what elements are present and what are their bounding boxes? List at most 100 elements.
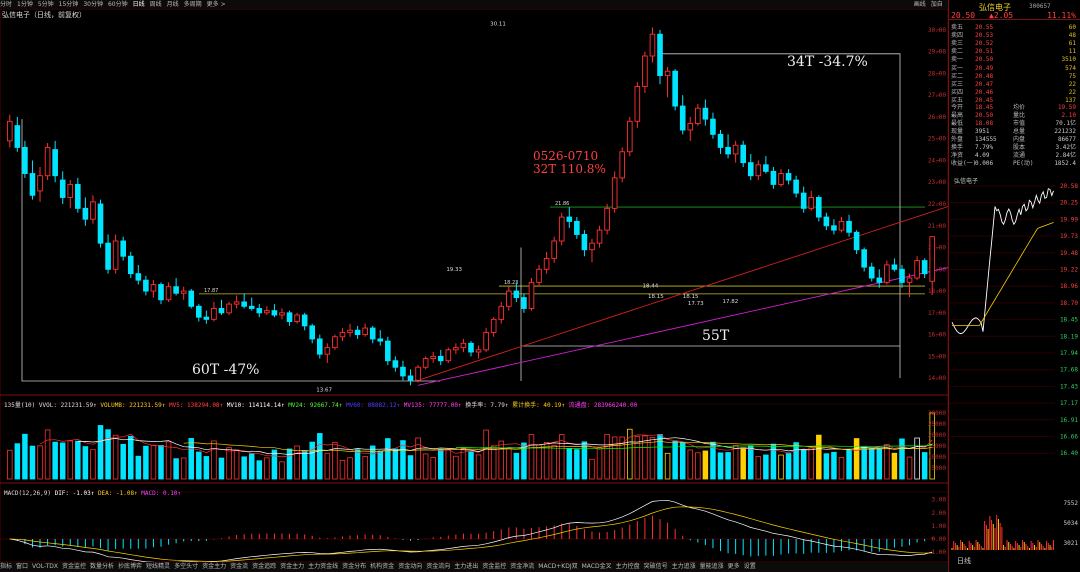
- candle: [271, 310, 278, 316]
- volume-bar: [248, 453, 255, 480]
- candle: [44, 146, 51, 177]
- toolbar-button[interactable]: 加自: [931, 1, 943, 8]
- indicator-tab[interactable]: 资金追踪: [252, 563, 276, 570]
- indicator-tabs: 指标 窗口 VOL-TDX 资金监控 数量分析 抄底博弈 短线精灵 多空头寸 资金主力 资金流 资金…: [0, 562, 948, 572]
- candle: [407, 375, 414, 381]
- indicator-tab[interactable]: MACD+KDJ双: [538, 563, 577, 570]
- period-tab[interactable]: 多周期: [184, 1, 202, 8]
- indicator-tab[interactable]: 数量分析: [90, 563, 114, 570]
- candle: [506, 290, 512, 307]
- candle: [369, 327, 376, 340]
- book-row: 卖五 20.55 60: [949, 24, 1079, 32]
- candle: [437, 355, 444, 362]
- candle: [173, 286, 179, 294]
- indicator-tab[interactable]: 抄底博弈: [118, 563, 142, 570]
- stat-value: 86677: [1057, 136, 1076, 143]
- indicator-tab[interactable]: 突破信号: [644, 563, 668, 570]
- period-tab[interactable]: 周线: [150, 1, 162, 8]
- reference-line-label: 21.86: [555, 201, 569, 207]
- candle: [37, 175, 43, 192]
- indicator-tab[interactable]: 资金动向: [398, 563, 422, 570]
- indicator-tab[interactable]: 主力资金线: [308, 563, 338, 570]
- indicator-tab[interactable]: 多空头寸: [174, 563, 198, 570]
- indicator-tab[interactable]: 指标: [0, 563, 12, 570]
- indicator-tab[interactable]: VOL-TDX: [32, 563, 58, 570]
- kline-chart[interactable]: 30.00 29.00 28.00 27.00 26.00 25.00 24.00 23.00…: [0, 9, 948, 562]
- indicator-tab[interactable]: 资金主力: [280, 563, 304, 570]
- volume-bar: [838, 457, 845, 480]
- period-tab[interactable]: 月线: [167, 1, 179, 8]
- candle: [279, 312, 285, 316]
- indicator-tab[interactable]: 资金分布: [342, 563, 366, 570]
- indicator-tab[interactable]: 主力追涨: [672, 563, 696, 570]
- indicator-tab[interactable]: 资金监控: [482, 563, 506, 570]
- candle: [468, 342, 474, 353]
- period-tab[interactable]: 日线: [133, 1, 145, 8]
- volume-tick-label: 15000: [928, 443, 946, 450]
- annotation-drop-34: 34T -34.7%: [787, 54, 868, 70]
- volume-bar: [150, 444, 157, 480]
- volume-bar: [29, 445, 36, 480]
- indicator-tab[interactable]: 资金主力: [202, 563, 226, 570]
- indicator-tab[interactable]: 资金净流: [510, 563, 534, 570]
- volume-indicator-values: 135量(10) VVOL: 221231.59↑ VOLUMB: 221231…: [4, 401, 638, 409]
- period-tab[interactable]: 30分钟: [83, 1, 103, 8]
- price-tick-label: 25.00: [928, 136, 946, 143]
- volume-bar: [324, 452, 331, 480]
- stat-row: 现量 3951 总量 221232: [949, 128, 1079, 136]
- candle: [596, 229, 603, 244]
- indicator-tab[interactable]: MACD金叉: [582, 563, 612, 570]
- volume-bar: [740, 447, 746, 480]
- price-tick-label: 15.00: [928, 353, 946, 360]
- candle: [725, 146, 731, 155]
- indicator-tab[interactable]: 量能追涨: [700, 563, 724, 570]
- volume-bar: [158, 444, 164, 480]
- volume-indicator-value: 135量(10): [4, 402, 39, 409]
- candle: [755, 164, 762, 177]
- indicator-tab[interactable]: 窗口: [16, 563, 28, 570]
- volume-bar: [279, 461, 285, 480]
- mini-tick-label: 17.94: [1060, 350, 1078, 357]
- indicator-tab[interactable]: 设置: [744, 563, 756, 570]
- stat-label: 股本: [1013, 144, 1026, 151]
- toolbar-button[interactable]: 画线: [914, 1, 926, 8]
- book-volume: 22: [1068, 81, 1076, 88]
- indicator-tab[interactable]: 主力进出: [454, 563, 478, 570]
- indicator-tab[interactable]: 资金监控: [62, 563, 86, 570]
- volume-bar: [180, 457, 187, 480]
- annotation-55t: 55T: [702, 328, 730, 344]
- indicator-tab[interactable]: 短线精灵: [146, 563, 170, 570]
- period-tab[interactable]: 1分钟: [17, 1, 33, 8]
- volume-bar: [128, 435, 134, 480]
- volume-bar: [914, 437, 920, 480]
- period-tab[interactable]: 5分钟: [38, 1, 54, 8]
- stat-row: 最低 18.08 市值 70.1亿: [949, 120, 1079, 128]
- indicator-tab[interactable]: 资金流: [230, 563, 248, 570]
- period-tab[interactable]: 15分钟: [59, 1, 79, 8]
- indicator-tab[interactable]: 更多: [728, 563, 740, 570]
- annotation-drop-47: 60T -47%: [192, 362, 260, 378]
- volume-bar: [468, 451, 474, 480]
- period-tab[interactable]: 分时: [0, 1, 12, 8]
- candle: [831, 225, 837, 231]
- book-row: 买二 20.48 75: [949, 73, 1079, 81]
- candle: [732, 144, 739, 155]
- candle: [906, 277, 913, 283]
- candle: [309, 325, 316, 340]
- indicator-tab[interactable]: 机构资金: [370, 563, 394, 570]
- candle: [188, 290, 195, 307]
- period-tab[interactable]: 60分钟: [108, 1, 128, 8]
- reference-line-label: 17.87: [204, 288, 218, 294]
- candle: [861, 249, 867, 268]
- volume-tick-label: 30000: [928, 410, 946, 417]
- volume-bar: [400, 440, 406, 480]
- volume-bar: [687, 449, 694, 480]
- indicator-tab[interactable]: 主力控盘: [616, 563, 640, 570]
- indicator-tab[interactable]: 资金流向: [426, 563, 450, 570]
- price-label: 17.73: [688, 301, 704, 307]
- volume-bar: [82, 446, 89, 480]
- volume-bar: [332, 442, 338, 480]
- candle: [740, 144, 746, 164]
- volume-bar: [286, 448, 293, 480]
- period-tab[interactable]: 更多 >: [207, 1, 226, 8]
